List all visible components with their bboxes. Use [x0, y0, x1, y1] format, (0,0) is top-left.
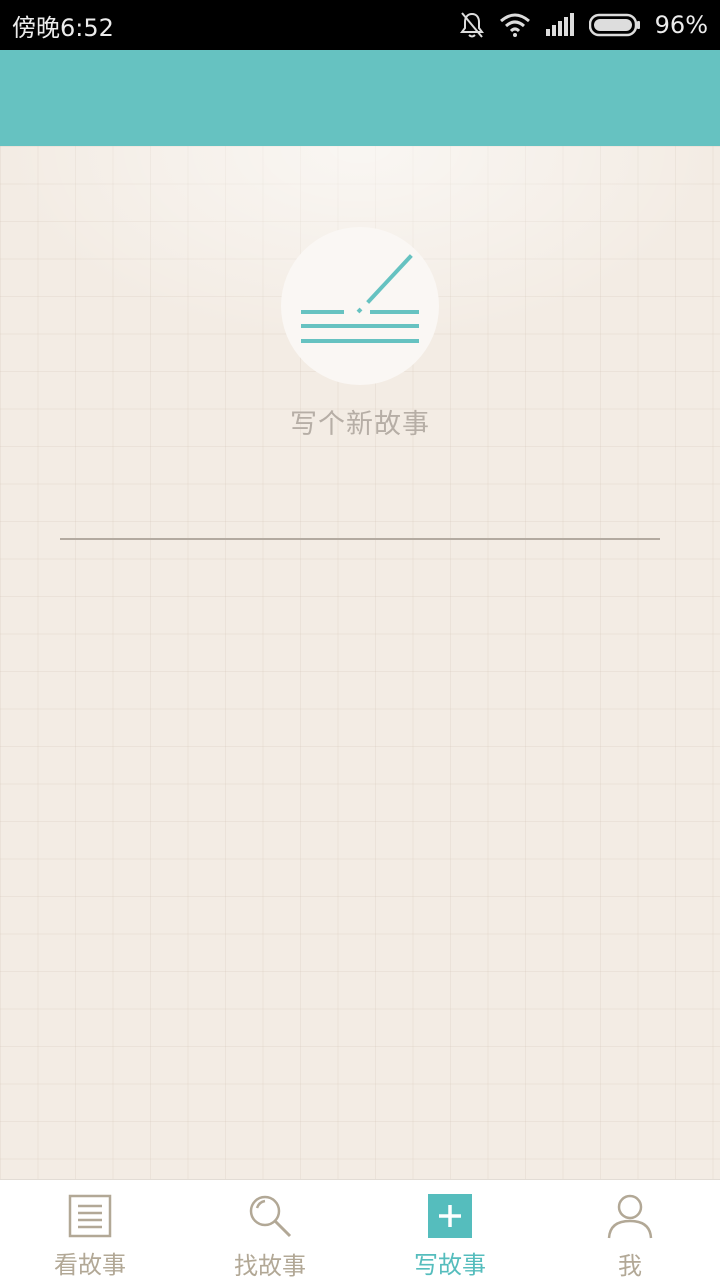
user-icon	[606, 1192, 654, 1240]
bottom-tab-bar: 看故事 找故事 写故事 我	[0, 1179, 720, 1280]
divider	[60, 538, 660, 540]
plus-icon	[426, 1192, 474, 1239]
signal-icon	[545, 13, 575, 37]
status-icons: 96%	[459, 11, 708, 39]
bell-muted-icon	[459, 11, 485, 39]
status-bar: 傍晚6:52 96%	[0, 0, 720, 50]
tab-find-stories[interactable]: 找故事	[180, 1180, 360, 1280]
tab-label: 找故事	[234, 1252, 306, 1280]
tab-write-story[interactable]: 写故事	[360, 1180, 540, 1280]
tab-label: 看故事	[54, 1251, 126, 1279]
tab-label: 我	[618, 1252, 642, 1280]
app-header	[0, 50, 720, 146]
battery-icon	[588, 13, 641, 37]
status-time: 傍晚6:52	[12, 13, 114, 42]
pen-lines-icon	[300, 254, 420, 358]
document-icon	[66, 1192, 114, 1239]
main-content: 写个新故事	[0, 146, 720, 1179]
battery-percent: 96%	[654, 11, 708, 39]
tab-label: 写故事	[414, 1251, 486, 1279]
search-icon	[246, 1192, 294, 1240]
tab-me[interactable]: 我	[540, 1180, 720, 1280]
write-new-story-label[interactable]: 写个新故事	[0, 402, 720, 441]
tab-read-stories[interactable]: 看故事	[0, 1180, 180, 1280]
wifi-icon	[499, 13, 531, 37]
write-new-story-button[interactable]	[281, 227, 439, 385]
